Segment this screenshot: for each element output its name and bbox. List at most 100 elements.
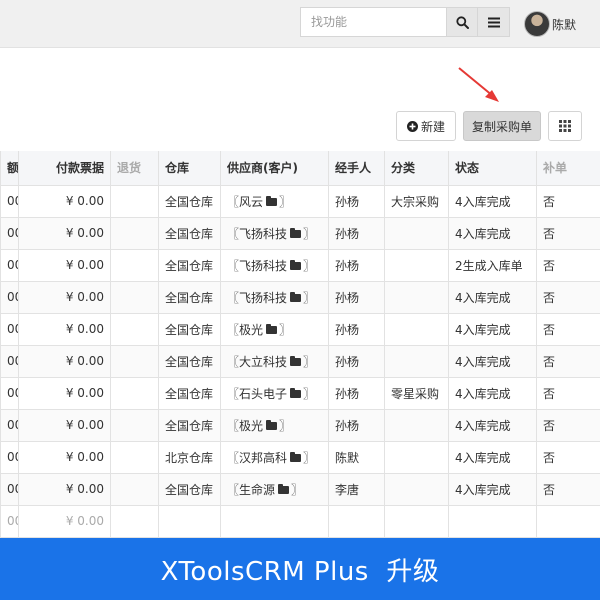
table-cell: ¥ 0.00 xyxy=(18,184,111,218)
folder-icon[interactable] xyxy=(266,420,278,430)
table-header-row: 额 付款票据 退货 仓库 供应商(客户) 经手人 分类 状态 补单 xyxy=(0,151,600,186)
table-cell xyxy=(384,248,449,282)
supplier-name[interactable]: 〖石头电子 xyxy=(227,387,287,401)
table-cell xyxy=(110,280,159,314)
menu-button[interactable] xyxy=(478,7,510,37)
table-totals-row: 00¥ 0.00 xyxy=(0,504,600,538)
table-row[interactable]: 00¥ 0.00 全国仓库〖极光 〗 孙杨 4入库完成否 xyxy=(0,312,600,346)
table-cell: 〖极光 〗 xyxy=(220,312,329,346)
table-cell: 零星采购 xyxy=(384,376,449,410)
table-cell: 孙杨 xyxy=(328,312,385,346)
new-button[interactable]: 新建 xyxy=(396,111,456,141)
supplier-name[interactable]: 〖大立科技 xyxy=(227,355,287,369)
totals-cell xyxy=(158,504,221,538)
table-row[interactable]: 00¥ 0.00 全国仓库〖飞扬科技 〗孙杨 2生成入库单否 xyxy=(0,248,600,282)
table-row[interactable]: 00¥ 0.00 全国仓库〖极光 〗 孙杨 4入库完成否 xyxy=(0,408,600,442)
table-row[interactable]: 00¥ 0.00 北京仓库〖汉邦高科 〗陈默 4入库完成否 xyxy=(0,440,600,474)
new-button-label: 新建 xyxy=(420,119,445,134)
table-row[interactable]: 00¥ 0.00 全国仓库〖风云 〗 孙杨大宗采购4入库完成否 xyxy=(0,184,600,218)
table-cell: 全国仓库 xyxy=(158,248,221,282)
column-header[interactable]: 仓库 xyxy=(158,151,221,186)
search-icon xyxy=(455,15,469,29)
plus-circle-icon xyxy=(406,120,418,132)
supplier-name[interactable]: 〖飞扬科技 xyxy=(227,227,287,241)
folder-icon[interactable] xyxy=(266,196,278,206)
table-cell: 否 xyxy=(536,440,600,474)
table-row[interactable]: 00¥ 0.00 全国仓库〖生命源 〗 李唐 4入库完成否 xyxy=(0,472,600,506)
table-cell xyxy=(110,344,159,378)
table-cell xyxy=(384,280,449,314)
table-cell: 4入库完成 xyxy=(448,376,537,410)
column-header[interactable]: 供应商(客户) xyxy=(220,151,329,186)
table-row[interactable]: 00¥ 0.00 全国仓库〖飞扬科技 〗孙杨 4入库完成否 xyxy=(0,216,600,250)
table-cell: 00 xyxy=(0,472,19,506)
folder-icon[interactable] xyxy=(290,452,302,462)
column-header[interactable]: 额 xyxy=(0,151,19,186)
table-cell: 4入库完成 xyxy=(448,408,537,442)
supplier-bracket: 〗 xyxy=(291,482,304,497)
table-cell: 〖石头电子 〗 xyxy=(220,376,329,410)
folder-icon[interactable] xyxy=(266,324,278,334)
folder-icon[interactable] xyxy=(290,260,302,270)
folder-icon[interactable] xyxy=(290,292,302,302)
table-cell: 〖飞扬科技 〗 xyxy=(220,280,329,314)
table-cell: 否 xyxy=(536,248,600,282)
table-cell: 北京仓库 xyxy=(158,440,221,474)
table-cell: 否 xyxy=(536,376,600,410)
table-cell: 4入库完成 xyxy=(448,440,537,474)
column-header[interactable]: 经手人 xyxy=(328,151,385,186)
folder-icon[interactable] xyxy=(290,228,302,238)
avatar[interactable] xyxy=(524,11,550,37)
table-cell: 否 xyxy=(536,216,600,250)
supplier-bracket: 〗 xyxy=(303,290,316,305)
table-cell: 李唐 xyxy=(328,472,385,506)
table-cell: 孙杨 xyxy=(328,344,385,378)
totals-cell xyxy=(536,504,600,538)
folder-icon[interactable] xyxy=(290,356,302,366)
table-cell: 全国仓库 xyxy=(158,184,221,218)
supplier-name[interactable]: 〖生命源 xyxy=(227,483,275,497)
table-cell: 全国仓库 xyxy=(158,280,221,314)
table-cell: 〖极光 〗 xyxy=(220,408,329,442)
supplier-name[interactable]: 〖风云 xyxy=(227,195,263,209)
totals-cell xyxy=(448,504,537,538)
supplier-bracket: 〗 xyxy=(303,258,316,273)
folder-icon[interactable] xyxy=(278,484,290,494)
table-row[interactable]: 00¥ 0.00 全国仓库〖飞扬科技 〗孙杨 4入库完成否 xyxy=(0,280,600,314)
table-cell: 〖大立科技 〗 xyxy=(220,344,329,378)
supplier-name[interactable]: 〖飞扬科技 xyxy=(227,291,287,305)
search-button[interactable] xyxy=(446,7,478,37)
table-cell: 孙杨 xyxy=(328,248,385,282)
copy-purchase-order-button[interactable]: 复制采购单 xyxy=(463,111,541,141)
column-header[interactable]: 付款票据 xyxy=(18,151,111,186)
table-cell xyxy=(110,312,159,346)
table-cell: 00 xyxy=(0,312,19,346)
supplier-name[interactable]: 〖飞扬科技 xyxy=(227,259,287,273)
search-input[interactable] xyxy=(300,7,446,37)
column-header[interactable]: 状态 xyxy=(448,151,537,186)
table-cell: 4入库完成 xyxy=(448,280,537,314)
supplier-bracket: 〗 xyxy=(279,418,292,433)
table-cell: 〖飞扬科技 〗 xyxy=(220,248,329,282)
supplier-name[interactable]: 〖极光 xyxy=(227,419,263,433)
column-header[interactable]: 分类 xyxy=(384,151,449,186)
table-cell xyxy=(384,312,449,346)
table-row[interactable]: 00¥ 0.00 全国仓库〖石头电子 〗孙杨零星采购4入库完成否 xyxy=(0,376,600,410)
table-cell: 00 xyxy=(0,440,19,474)
supplier-name[interactable]: 〖极光 xyxy=(227,323,263,337)
column-header[interactable]: 退货 xyxy=(110,151,159,186)
column-settings-button[interactable] xyxy=(548,111,582,141)
folder-icon[interactable] xyxy=(290,388,302,398)
table-cell: 孙杨 xyxy=(328,216,385,250)
table-cell xyxy=(110,248,159,282)
table-cell: 4入库完成 xyxy=(448,184,537,218)
supplier-name[interactable]: 〖汉邦高科 xyxy=(227,451,287,465)
copy-button-label: 复制采购单 xyxy=(471,119,532,134)
user-name[interactable]: 陈默 xyxy=(552,16,576,33)
table-cell: 4入库完成 xyxy=(448,472,537,506)
table-cell: 否 xyxy=(536,472,600,506)
table-cell xyxy=(110,440,159,474)
upgrade-banner: XToolsCRM Plus 升级 xyxy=(0,538,600,600)
column-header[interactable]: 补单 xyxy=(536,151,600,186)
table-row[interactable]: 00¥ 0.00 全国仓库〖大立科技 〗孙杨 4入库完成否 xyxy=(0,344,600,378)
